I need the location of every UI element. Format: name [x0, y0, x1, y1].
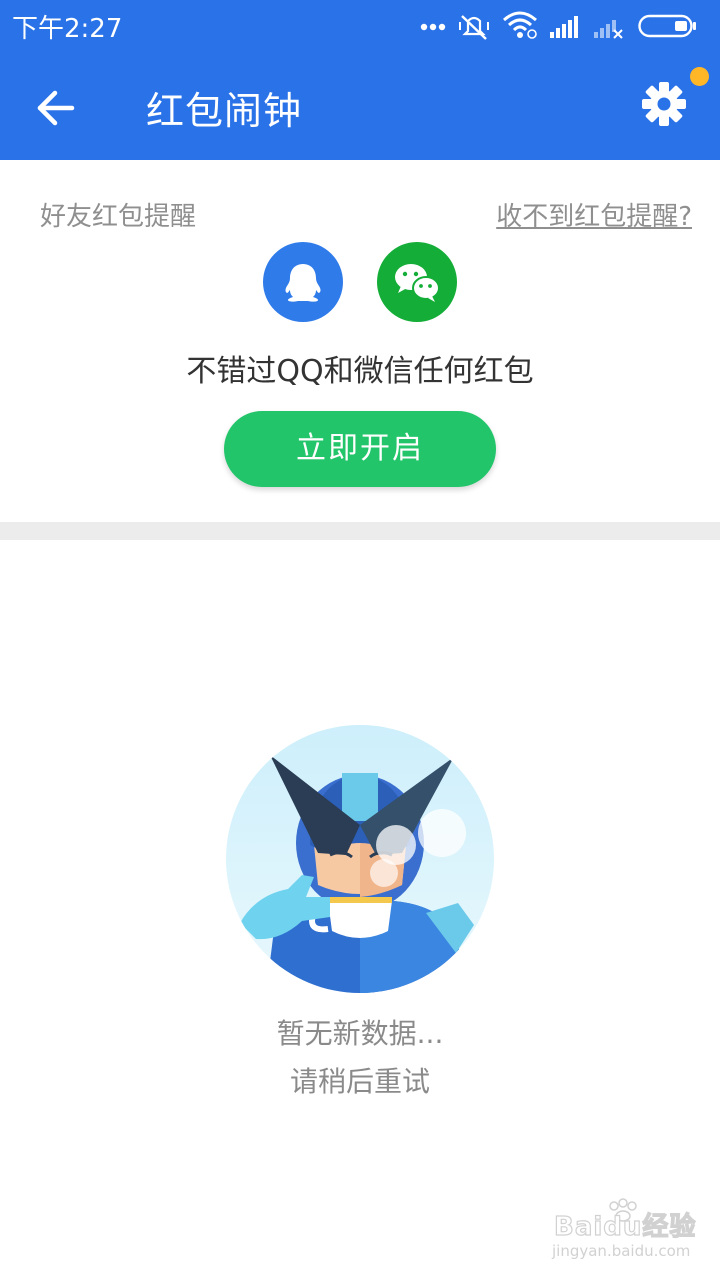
status-bar: 下午2:27	[0, 0, 720, 54]
battery-icon	[638, 14, 696, 38]
more-dots-icon	[420, 23, 446, 31]
section-divider	[0, 522, 720, 540]
cannot-receive-reminder-link[interactable]: 收不到红包提醒?	[496, 196, 692, 233]
app-bar: 红包闹钟	[0, 54, 720, 160]
reminder-description: 不错过QQ和微信任何红包	[186, 354, 534, 389]
empty-state-title: 暂无新数据...	[276, 1017, 444, 1050]
qq-icon	[285, 264, 321, 302]
page-title: 红包闹钟	[146, 89, 303, 133]
superhero-drinking-coffee-illustration	[226, 725, 494, 993]
signal-icon	[550, 16, 578, 38]
wechat-app-badge	[377, 242, 457, 322]
gear-icon	[642, 82, 686, 126]
section-label: 好友红包提醒	[40, 202, 197, 232]
wifi-icon	[503, 11, 537, 39]
notification-dot	[690, 67, 709, 86]
vibrate-off-icon	[459, 15, 489, 40]
back-button[interactable]	[28, 80, 84, 136]
watermark-brand: Baidu经验	[553, 1211, 697, 1242]
wechat-icon	[395, 264, 440, 302]
baidu-jingyan-watermark: Baidu经验 jingyan.baidu.com	[548, 1198, 698, 1268]
arrow-left-icon	[37, 90, 75, 126]
friend-red-packet-reminder-card: 好友红包提醒 收不到红包提醒? 不错过QQ和微信任何红包 立即开启	[0, 160, 720, 522]
settings-button[interactable]	[638, 78, 690, 130]
qq-app-badge	[263, 242, 343, 322]
signal-no-sim-icon	[594, 20, 623, 39]
red-packet-alarm-screen: 下午2:27 红包闹钟 好友红包提醒 收不到红包提醒? 不错过QQ和微信任何红包…	[0, 0, 720, 1280]
watermark-url: jingyan.baidu.com	[552, 1242, 691, 1260]
empty-state-subtitle: 请稍后重试	[289, 1065, 430, 1098]
enable-now-button[interactable]: 立即开启	[224, 411, 496, 487]
status-time: 下午2:27	[12, 14, 123, 44]
